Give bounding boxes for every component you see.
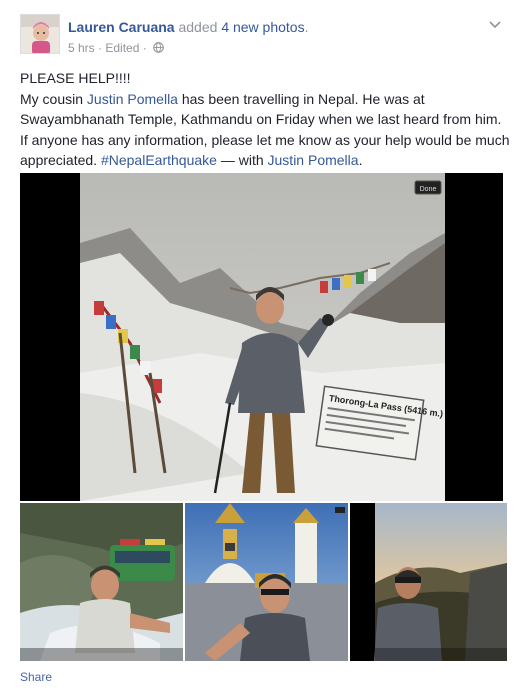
post-author-line: Lauren Caruana added 4 new photos.: [68, 19, 309, 35]
post-text: PLEASE HELP!!!! My cousin Justin Pomella…: [20, 68, 512, 171]
chevron-down-icon[interactable]: [487, 16, 503, 32]
main-photo[interactable]: Thorong-La Pass (5416 m.) Done: [20, 173, 503, 501]
action-text: added: [178, 19, 218, 35]
thumbnail-image: [20, 503, 183, 661]
mention-link[interactable]: Justin Pomella: [87, 91, 178, 107]
hashtag-link[interactable]: #NepalEarthquake: [101, 152, 217, 168]
photo-thumbnail-1[interactable]: [20, 503, 183, 661]
tagged-person-link[interactable]: Justin Pomella: [268, 152, 359, 168]
main-photo-image: Thorong-La Pass (5416 m.) Done: [20, 173, 503, 501]
post-body: My cousin Justin Pomella has been travel…: [20, 89, 512, 171]
avatar-image: [21, 15, 59, 53]
with-text: — with: [216, 152, 268, 168]
thumbnail-image: [185, 503, 348, 661]
photo-thumbnail-3[interactable]: [350, 503, 507, 661]
body-end: .: [358, 152, 363, 168]
globe-icon[interactable]: [153, 42, 164, 54]
photo-thumbnail-2[interactable]: [185, 503, 348, 661]
post-headline: PLEASE HELP!!!!: [20, 70, 131, 86]
share-link[interactable]: Share: [20, 670, 52, 684]
post-header: Lauren Caruana added 4 new photos. 5 hrs…: [20, 14, 507, 58]
separator: ·: [142, 40, 147, 55]
period-text: .: [304, 19, 309, 35]
post-meta: 5 hrs · Edited ·: [68, 40, 164, 55]
author-name-link[interactable]: Lauren Caruana: [68, 19, 175, 35]
timestamp-link[interactable]: 5 hrs: [68, 41, 95, 55]
new-photos-link[interactable]: 4 new photos: [221, 19, 304, 35]
done-button[interactable]: Done: [420, 186, 437, 193]
separator: ·: [98, 40, 103, 55]
edited-link[interactable]: Edited: [105, 41, 139, 55]
thumbnail-image: [350, 503, 507, 661]
body-prefix: My cousin: [20, 90, 87, 107]
avatar[interactable]: [20, 14, 60, 54]
